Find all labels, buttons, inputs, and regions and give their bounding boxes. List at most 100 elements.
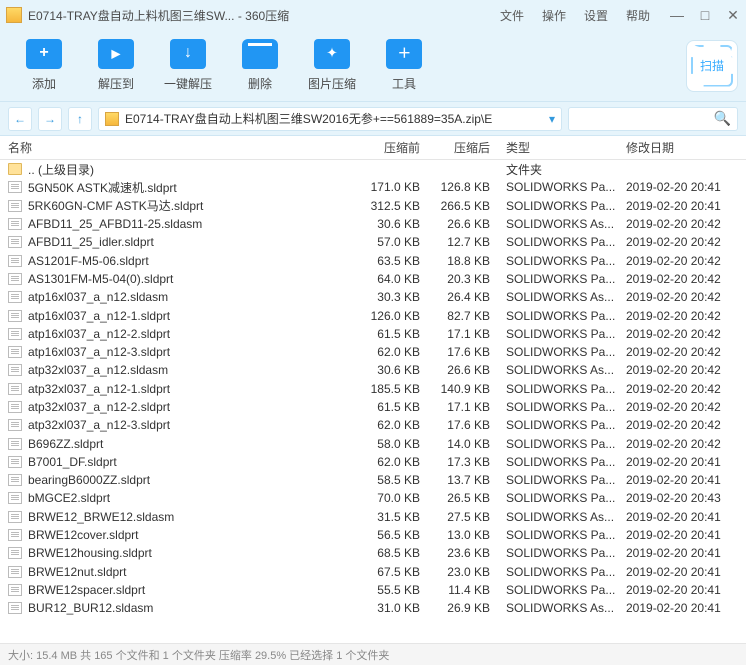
file-icon <box>8 255 22 267</box>
size-before: 67.5 KB <box>360 565 430 579</box>
archive-icon <box>105 112 119 126</box>
extract-to-button[interactable]: 解压到 <box>80 39 152 92</box>
table-row[interactable]: B696ZZ.sldprt58.0 KB14.0 KBSOLIDWORKS Pa… <box>0 434 746 452</box>
file-type: SOLIDWORKS Pa... <box>500 583 620 597</box>
maximize-button[interactable]: □ <box>698 7 712 23</box>
add-button[interactable]: 添加 <box>8 39 80 92</box>
file-type: SOLIDWORKS Pa... <box>500 382 620 396</box>
table-row[interactable]: BRWE12_BRWE12.sldasm31.5 KB27.5 KBSOLIDW… <box>0 508 746 526</box>
size-after: 23.0 KB <box>430 565 500 579</box>
table-row[interactable]: atp16xl037_a_n12-2.sldprt61.5 KB17.1 KBS… <box>0 325 746 343</box>
tools-button[interactable]: 工具 <box>368 39 440 92</box>
file-name: BRWE12housing.sldprt <box>28 546 360 560</box>
table-row[interactable]: AS1201F-M5-06.sldprt63.5 KB18.8 KBSOLIDW… <box>0 251 746 269</box>
file-type: SOLIDWORKS As... <box>500 290 620 304</box>
file-type: SOLIDWORKS Pa... <box>500 473 620 487</box>
file-type: 文件夹 <box>500 161 620 178</box>
file-type: SOLIDWORKS Pa... <box>500 327 620 341</box>
size-after: 12.7 KB <box>430 235 500 249</box>
table-row[interactable]: BRWE12housing.sldprt68.5 KB23.6 KBSOLIDW… <box>0 544 746 562</box>
file-name: BRWE12_BRWE12.sldasm <box>28 510 360 524</box>
size-before: 62.0 KB <box>360 345 430 359</box>
table-row[interactable]: atp16xl037_a_n12.sldasm30.3 KB26.4 KBSOL… <box>0 288 746 306</box>
table-row[interactable]: AFBD11_25_AFBD11-25.sldasm30.6 KB26.6 KB… <box>0 215 746 233</box>
image-compress-button[interactable]: 图片压缩 <box>296 39 368 92</box>
col-date[interactable]: 修改日期 <box>620 139 746 156</box>
size-after: 266.5 KB <box>430 199 500 213</box>
col-before[interactable]: 压缩前 <box>360 139 430 156</box>
oneclick-extract-button[interactable]: 一键解压 <box>152 39 224 92</box>
table-row[interactable]: atp32xl037_a_n12-1.sldprt185.5 KB140.9 K… <box>0 380 746 398</box>
file-icon <box>8 383 22 395</box>
size-before: 58.0 KB <box>360 437 430 451</box>
nav-back-button[interactable]: ← <box>8 107 32 131</box>
file-name: atp32xl037_a_n12.sldasm <box>28 363 360 377</box>
file-name: BUR12_BUR12.sldasm <box>28 601 360 615</box>
nav-forward-button[interactable]: → <box>38 107 62 131</box>
file-date: 2019-02-20 20:41 <box>620 199 746 213</box>
table-row[interactable]: AFBD11_25_idler.sldprt57.0 KB12.7 KBSOLI… <box>0 233 746 251</box>
table-row[interactable]: 5GN50K ASTK减速机.sldprt171.0 KB126.8 KBSOL… <box>0 178 746 196</box>
file-icon <box>8 218 22 230</box>
table-row[interactable]: B7001_DF.sldprt62.0 KB17.3 KBSOLIDWORKS … <box>0 453 746 471</box>
file-type: SOLIDWORKS Pa... <box>500 437 620 451</box>
menu-file[interactable]: 文件 <box>500 7 524 24</box>
size-after: 26.9 KB <box>430 601 500 615</box>
file-name: bMGCE2.sldprt <box>28 491 360 505</box>
col-name[interactable]: 名称 <box>0 139 360 156</box>
size-before: 126.0 KB <box>360 309 430 323</box>
search-box[interactable]: 🔍 <box>568 107 738 131</box>
file-name: bearingB6000ZZ.sldprt <box>28 473 360 487</box>
size-after: 13.7 KB <box>430 473 500 487</box>
size-before: 30.6 KB <box>360 217 430 231</box>
file-name: B7001_DF.sldprt <box>28 455 360 469</box>
size-before: 55.5 KB <box>360 583 430 597</box>
file-list[interactable]: .. (上级目录)文件夹5GN50K ASTK减速机.sldprt171.0 K… <box>0 160 746 643</box>
file-name: AS1201F-M5-06.sldprt <box>28 254 360 268</box>
table-row[interactable]: BRWE12spacer.sldprt55.5 KB11.4 KBSOLIDWO… <box>0 581 746 599</box>
size-before: 61.5 KB <box>360 400 430 414</box>
nav-up-button[interactable]: ↑ <box>68 107 92 131</box>
table-row[interactable]: atp16xl037_a_n12-1.sldprt126.0 KB82.7 KB… <box>0 306 746 324</box>
menu-operate[interactable]: 操作 <box>542 7 566 24</box>
file-date: 2019-02-20 20:41 <box>620 583 746 597</box>
file-icon <box>8 511 22 523</box>
close-button[interactable]: ✕ <box>726 7 740 24</box>
table-row[interactable]: atp32xl037_a_n12-2.sldprt61.5 KB17.1 KBS… <box>0 398 746 416</box>
window-controls: — □ ✕ <box>670 7 740 24</box>
size-after: 140.9 KB <box>430 382 500 396</box>
table-row[interactable]: BRWE12nut.sldprt67.5 KB23.0 KBSOLIDWORKS… <box>0 563 746 581</box>
file-icon <box>8 364 22 376</box>
table-row[interactable]: bMGCE2.sldprt70.0 KB26.5 KBSOLIDWORKS Pa… <box>0 489 746 507</box>
image-icon <box>314 39 350 69</box>
size-before: 30.3 KB <box>360 290 430 304</box>
file-icon <box>8 328 22 340</box>
file-name: 5GN50K ASTK减速机.sldprt <box>28 179 360 196</box>
col-after[interactable]: 压缩后 <box>430 139 500 156</box>
size-before: 68.5 KB <box>360 546 430 560</box>
table-row[interactable]: BRWE12cover.sldprt56.5 KB13.0 KBSOLIDWOR… <box>0 526 746 544</box>
file-date: 2019-02-20 20:41 <box>620 528 746 542</box>
table-row[interactable]: BUR12_BUR12.sldasm31.0 KB26.9 KBSOLIDWOR… <box>0 599 746 617</box>
table-row[interactable]: 5RK60GN-CMF ASTK马达.sldprt312.5 KB266.5 K… <box>0 197 746 215</box>
file-type: SOLIDWORKS Pa... <box>500 235 620 249</box>
size-before: 31.0 KB <box>360 601 430 615</box>
menu-help[interactable]: 帮助 <box>626 7 650 24</box>
table-row[interactable]: atp32xl037_a_n12.sldasm30.6 KB26.6 KBSOL… <box>0 361 746 379</box>
minimize-button[interactable]: — <box>670 7 684 23</box>
table-row[interactable]: AS1301FM-M5-04(0).sldprt64.0 KB20.3 KBSO… <box>0 270 746 288</box>
menu-settings[interactable]: 设置 <box>584 7 608 24</box>
file-type: SOLIDWORKS Pa... <box>500 418 620 432</box>
file-date: 2019-02-20 20:42 <box>620 363 746 377</box>
table-row[interactable]: atp16xl037_a_n12-3.sldprt62.0 KB17.6 KBS… <box>0 343 746 361</box>
table-row[interactable]: bearingB6000ZZ.sldprt58.5 KB13.7 KBSOLID… <box>0 471 746 489</box>
search-icon: 🔍 <box>714 110 731 127</box>
table-row[interactable]: atp32xl037_a_n12-3.sldprt62.0 KB17.6 KBS… <box>0 416 746 434</box>
address-input[interactable]: E0714-TRAY盘自动上料机图三维SW2016无参+==561889=35A… <box>98 107 562 131</box>
address-dropdown-icon[interactable]: ▾ <box>549 112 555 126</box>
delete-button[interactable]: 删除 <box>224 39 296 92</box>
scan-button[interactable]: 扫描 <box>686 40 738 92</box>
table-row[interactable]: .. (上级目录)文件夹 <box>0 160 746 178</box>
file-type: SOLIDWORKS As... <box>500 601 620 615</box>
col-type[interactable]: 类型 <box>500 139 620 156</box>
